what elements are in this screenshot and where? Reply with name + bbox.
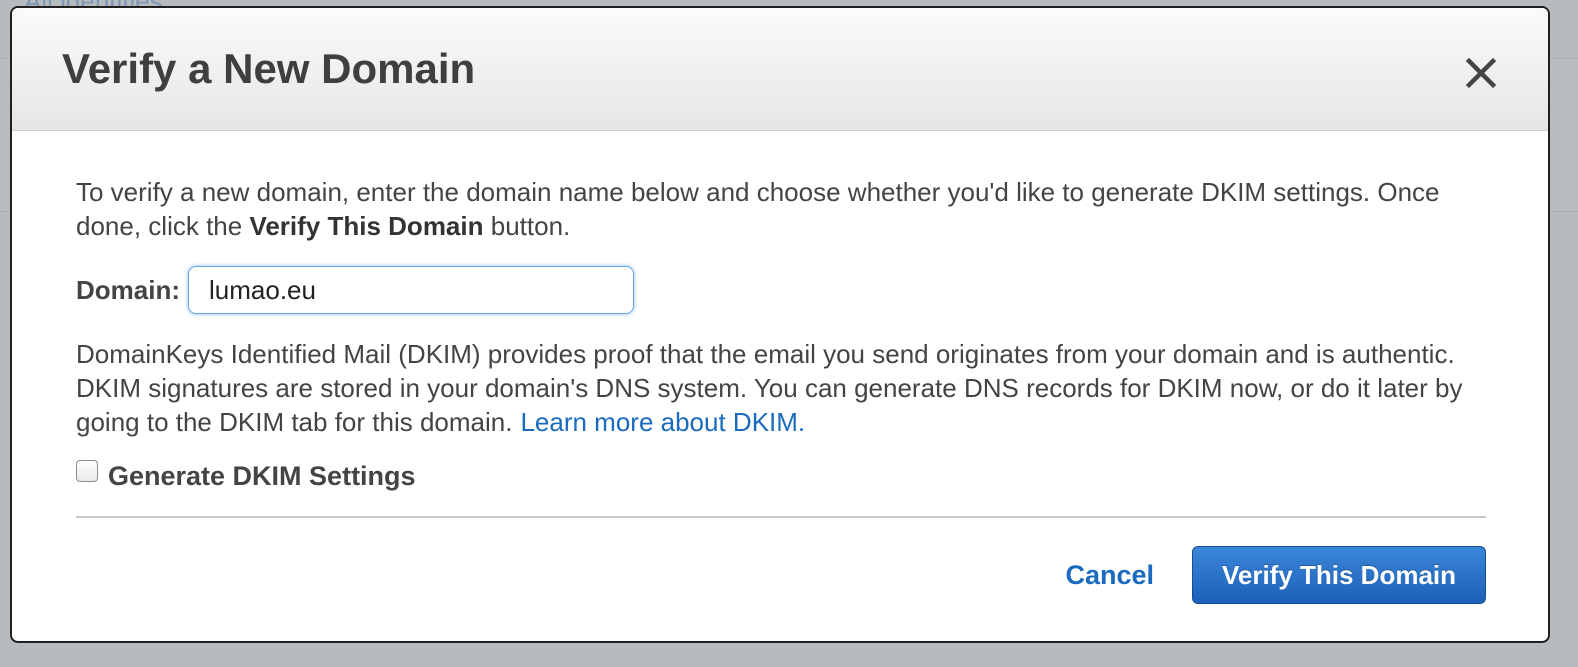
dialog-header: Verify a New Domain	[12, 8, 1548, 131]
footer-divider	[76, 516, 1486, 518]
generate-dkim-label[interactable]: Generate DKIM Settings	[108, 459, 416, 493]
dialog-footer: Cancel Verify This Domain	[1065, 546, 1486, 604]
dialog-title: Verify a New Domain	[62, 45, 476, 92]
verify-domain-dialog: Verify a New Domain To verify a new doma…	[10, 6, 1550, 643]
dialog-body: To verify a new domain, enter the domain…	[76, 130, 1486, 493]
cancel-button[interactable]: Cancel	[1065, 560, 1154, 591]
intro-text-after: button.	[483, 211, 571, 241]
close-button[interactable]	[1464, 56, 1498, 90]
generate-dkim-checkbox[interactable]	[76, 460, 98, 482]
domain-label: Domain:	[76, 275, 180, 305]
learn-more-dkim-link[interactable]: Learn more about DKIM.	[520, 407, 805, 437]
close-icon	[1465, 57, 1497, 89]
dkim-description: DomainKeys Identified Mail (DKIM) provid…	[76, 337, 1486, 439]
intro-text: To verify a new domain, enter the domain…	[76, 175, 1486, 243]
domain-input[interactable]	[188, 266, 634, 314]
generate-dkim-row: Generate DKIM Settings	[76, 459, 1486, 493]
verify-domain-button[interactable]: Verify This Domain	[1192, 546, 1486, 604]
domain-row: Domain:	[76, 265, 1486, 315]
intro-bold-text: Verify This Domain	[249, 211, 484, 241]
